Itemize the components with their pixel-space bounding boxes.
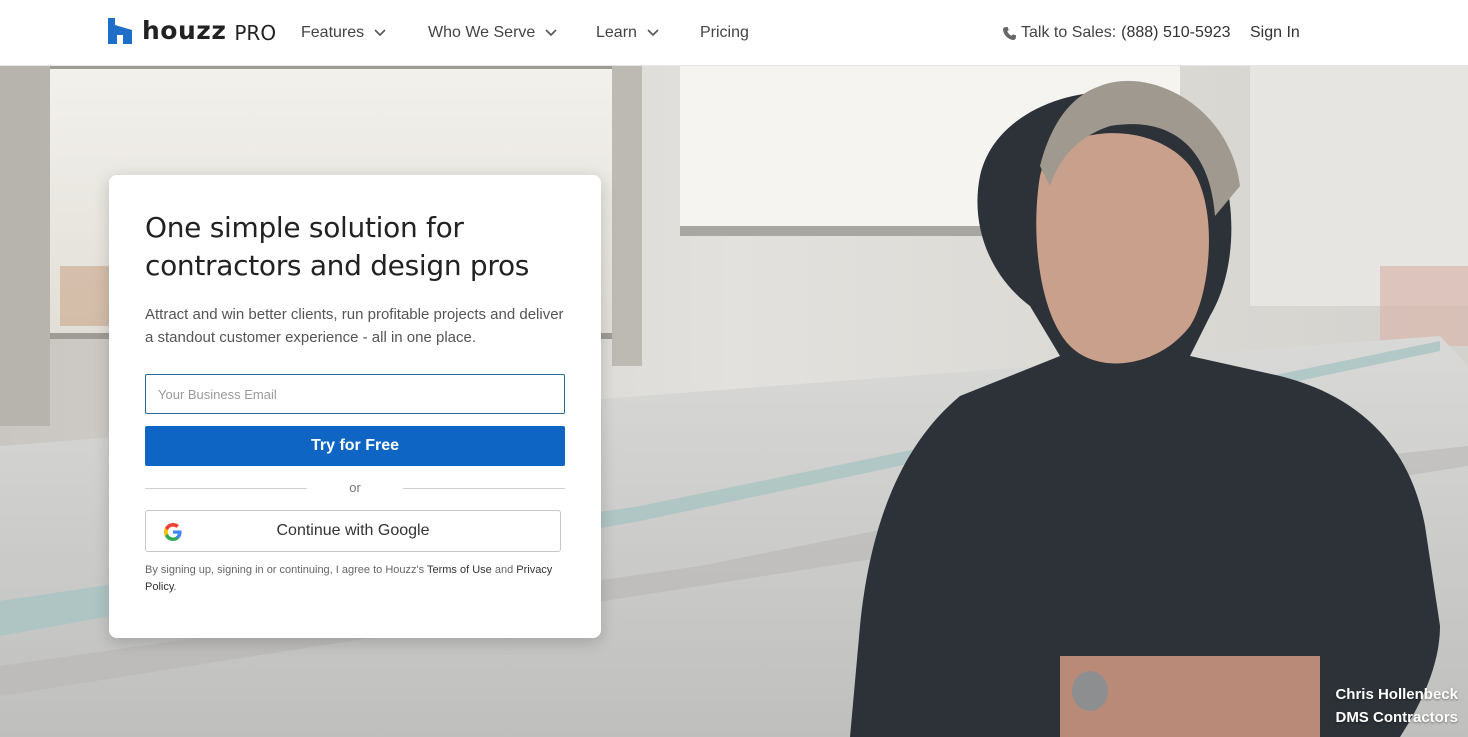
sign-in-label[interactable]: Sign In	[1250, 24, 1300, 42]
top-navigation-bar: houzz PRO Features Who We Serve Learn Pr…	[0, 0, 1468, 66]
sign-in-link[interactable]: Sign In	[1250, 0, 1300, 66]
business-email-input[interactable]	[145, 374, 565, 414]
google-icon	[164, 523, 182, 541]
nav-features[interactable]: Features	[301, 0, 386, 66]
sales-phone[interactable]: (888) 510-5923	[1121, 24, 1230, 42]
nav-who-we-serve[interactable]: Who We Serve	[428, 0, 557, 66]
google-button-label: Continue with Google	[276, 522, 430, 539]
continue-with-google-button[interactable]: Continue with Google	[145, 510, 561, 552]
legal-and: and	[494, 564, 514, 576]
caption-person-name: Chris Hollenbeck	[1335, 686, 1458, 703]
signup-headline: One simple solution for contractors and …	[145, 211, 530, 282]
nav-learn[interactable]: Learn	[596, 0, 659, 66]
nav-pricing[interactable]: Pricing	[700, 0, 749, 66]
nav-who-we-serve-label[interactable]: Who We Serve	[428, 24, 535, 42]
photo-caption: Chris Hollenbeck DMS Contractors	[1335, 683, 1458, 729]
houzz-pro-logo[interactable]: houzz PRO	[108, 17, 276, 45]
legal-suffix: .	[173, 581, 177, 593]
nav-pricing-label[interactable]: Pricing	[700, 24, 749, 42]
or-divider: or	[145, 480, 565, 496]
nav-features-label[interactable]: Features	[301, 24, 364, 42]
divider-line-right	[403, 488, 565, 489]
legal-prefix: By signing up, signing in or continuing,…	[145, 564, 425, 576]
caption-company: DMS Contractors	[1335, 709, 1458, 726]
chevron-down-icon	[545, 29, 557, 37]
talk-to-sales[interactable]: Talk to Sales: (888) 510-5923	[1002, 0, 1231, 66]
terms-of-use-link[interactable]: Terms of Use	[427, 564, 492, 576]
brand-name: houzz	[142, 16, 227, 45]
chevron-down-icon	[647, 29, 659, 37]
legal-notice: By signing up, signing in or continuing,…	[145, 562, 565, 596]
houzz-logo-icon	[108, 18, 132, 44]
hero-section: One simple solution for contractors and …	[0, 66, 1468, 737]
nav-learn-label[interactable]: Learn	[596, 24, 637, 42]
chevron-down-icon	[374, 29, 386, 37]
phone-icon	[1003, 26, 1017, 40]
sales-prefix: Talk to Sales:	[1021, 24, 1117, 41]
brand-suffix: PRO	[234, 20, 277, 45]
try-for-free-button[interactable]: Try for Free	[145, 426, 565, 466]
signup-subtext: Attract and win better clients, run prof…	[145, 306, 564, 346]
signup-card: One simple solution for contractors and …	[109, 175, 601, 638]
